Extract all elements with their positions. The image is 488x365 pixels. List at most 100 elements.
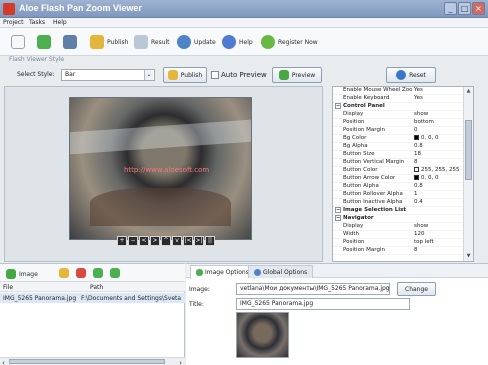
property-row[interactable]: Button Vertical Margin 8 xyxy=(333,159,462,167)
property-row[interactable]: Display show xyxy=(333,111,462,119)
scroll-up-icon[interactable]: ▲ xyxy=(465,88,472,95)
property-row[interactable]: Enable Keyboard Yes xyxy=(333,95,462,103)
save-project-button[interactable] xyxy=(63,33,77,51)
property-value[interactable]: 8 xyxy=(414,159,461,165)
move-down-button[interactable]: v xyxy=(172,236,182,246)
menu-tasks[interactable]: Tasks xyxy=(29,19,45,26)
register-toolbar-button[interactable]: Register Now xyxy=(261,33,318,51)
image-title-field[interactable]: IMG_5265 Panorama.jpg xyxy=(236,298,410,310)
scroll-left-icon[interactable]: ‹ xyxy=(2,359,5,365)
preview-button[interactable]: Preview xyxy=(272,67,322,83)
next-image-button[interactable]: >| xyxy=(194,236,204,246)
property-name: Position Margin xyxy=(343,247,385,253)
property-row[interactable]: Button Inactive Alpha 0.4 xyxy=(333,199,462,207)
property-value[interactable]: 8 xyxy=(414,247,461,253)
open-project-button[interactable] xyxy=(37,33,51,51)
property-grid-scroll-thumb[interactable] xyxy=(465,120,472,180)
property-value[interactable]: 0 xyxy=(414,127,461,133)
update-toolbar-button[interactable]: Update xyxy=(177,33,216,51)
help-toolbar-button[interactable]: Help xyxy=(222,33,253,51)
property-value[interactable]: 0, 0, 0 xyxy=(414,135,461,141)
new-project-button[interactable] xyxy=(11,33,25,51)
property-row[interactable]: − Image Selection List xyxy=(333,207,462,215)
property-value-text: 8 xyxy=(414,247,418,253)
result-toolbar-button[interactable]: Result xyxy=(134,33,170,51)
property-value[interactable]: 255, 255, 255 xyxy=(414,167,461,173)
property-value-text: 0.4 xyxy=(414,199,423,205)
property-row[interactable]: Position top left xyxy=(333,239,462,247)
table-row[interactable]: IMG_5265 Panorama.jpg F:\Documents and S… xyxy=(0,293,185,303)
property-row[interactable]: Position bottom xyxy=(333,119,462,127)
property-row[interactable]: Button Alpha 0.8 xyxy=(333,183,462,191)
reset-button[interactable]: Reset xyxy=(386,67,436,83)
property-row[interactable]: Button Arrow Color 0, 0, 0 xyxy=(333,175,462,183)
reset-icon xyxy=(396,70,407,80)
property-row[interactable]: Bg Alpha 0.8 xyxy=(333,143,462,151)
scroll-right-icon[interactable]: › xyxy=(179,359,182,365)
move-up-icon[interactable] xyxy=(93,268,103,278)
pause-button[interactable]: || xyxy=(205,236,215,246)
color-swatch[interactable] xyxy=(414,167,419,172)
zoom-out-button[interactable]: − xyxy=(128,236,138,246)
menu-help[interactable]: Help xyxy=(53,19,67,26)
add-image-button[interactable]: Image xyxy=(6,265,38,283)
maximize-button[interactable]: □ xyxy=(458,2,471,15)
property-value[interactable]: bottom xyxy=(414,119,461,125)
property-value[interactable]: top left xyxy=(414,239,461,245)
auto-preview-control[interactable]: Auto Preview xyxy=(211,71,267,79)
delete-icon[interactable] xyxy=(76,268,86,278)
property-row[interactable]: Button Rollover Alpha 1 xyxy=(333,191,462,199)
move-right-button[interactable]: > xyxy=(150,236,160,246)
property-row[interactable]: Width 120 xyxy=(333,231,462,239)
first-image-button[interactable]: |< xyxy=(183,236,193,246)
tab-image-options[interactable]: Image Options xyxy=(190,265,255,279)
publish-toolbar-button[interactable]: Publish xyxy=(90,33,128,51)
minimize-button[interactable]: _ xyxy=(444,2,457,15)
property-row[interactable]: Button Color 255, 255, 255 xyxy=(333,167,462,175)
property-row[interactable]: Bg Color 0, 0, 0 xyxy=(333,135,462,143)
property-row[interactable]: Button Size 18 xyxy=(333,151,462,159)
image-path-field[interactable]: vetlana\Мои документы\IMG_5265 Panorama.… xyxy=(236,283,390,295)
move-up-button[interactable]: ^ xyxy=(161,236,171,246)
property-value[interactable]: show xyxy=(414,111,461,117)
flash-viewer-style-label: Flash Viewer Style xyxy=(9,56,65,63)
folder-icon[interactable] xyxy=(59,268,69,278)
property-value[interactable]: 0.8 xyxy=(414,143,461,149)
style-publish-label: Publish xyxy=(180,71,203,79)
property-row[interactable]: − Control Panel xyxy=(333,103,462,111)
property-row[interactable]: Enable Mouse Wheel Zoom Yes xyxy=(333,87,462,95)
property-row[interactable]: Position Margin 0 xyxy=(333,127,462,135)
property-grid-scrollbar[interactable]: ▲ ▼ xyxy=(463,87,473,261)
collapse-icon[interactable]: − xyxy=(335,207,341,213)
property-value[interactable]: 120 xyxy=(414,231,461,237)
collapse-icon[interactable]: − xyxy=(335,215,341,221)
move-down-icon[interactable] xyxy=(110,268,120,278)
property-value[interactable]: 0.4 xyxy=(414,199,461,205)
style-publish-button[interactable]: Publish xyxy=(163,67,207,83)
property-value[interactable]: 0, 0, 0 xyxy=(414,175,461,181)
move-left-button[interactable]: < xyxy=(139,236,149,246)
property-row[interactable]: Position Margin 8 xyxy=(333,247,462,255)
auto-preview-checkbox[interactable] xyxy=(211,71,219,79)
change-image-button[interactable]: Change xyxy=(397,282,436,296)
image-list-horizontal-scrollbar[interactable]: ‹ › xyxy=(0,357,185,365)
menu-project[interactable]: Project xyxy=(3,19,24,26)
property-value[interactable]: Yes xyxy=(414,87,461,93)
property-value[interactable]: 0.8 xyxy=(414,183,461,189)
style-select[interactable]: Bar ⌄ xyxy=(61,69,155,81)
property-row[interactable]: Display show xyxy=(333,223,462,231)
color-swatch[interactable] xyxy=(414,175,419,180)
color-swatch[interactable] xyxy=(414,135,419,140)
zoom-in-button[interactable]: + xyxy=(117,236,127,246)
collapse-icon[interactable]: − xyxy=(335,103,341,109)
close-button[interactable]: × xyxy=(472,2,485,15)
scroll-down-icon[interactable]: ▼ xyxy=(465,253,472,260)
property-value[interactable]: show xyxy=(414,223,461,229)
horizontal-scroll-thumb[interactable] xyxy=(9,359,165,364)
property-row[interactable]: − Navigator xyxy=(333,215,462,223)
property-value[interactable]: 18 xyxy=(414,151,461,157)
property-value[interactable]: 1 xyxy=(414,191,461,197)
property-value[interactable]: Yes xyxy=(414,95,461,101)
tab-global-options[interactable]: Global Options xyxy=(248,265,314,278)
property-value-text: 0 xyxy=(414,127,418,133)
